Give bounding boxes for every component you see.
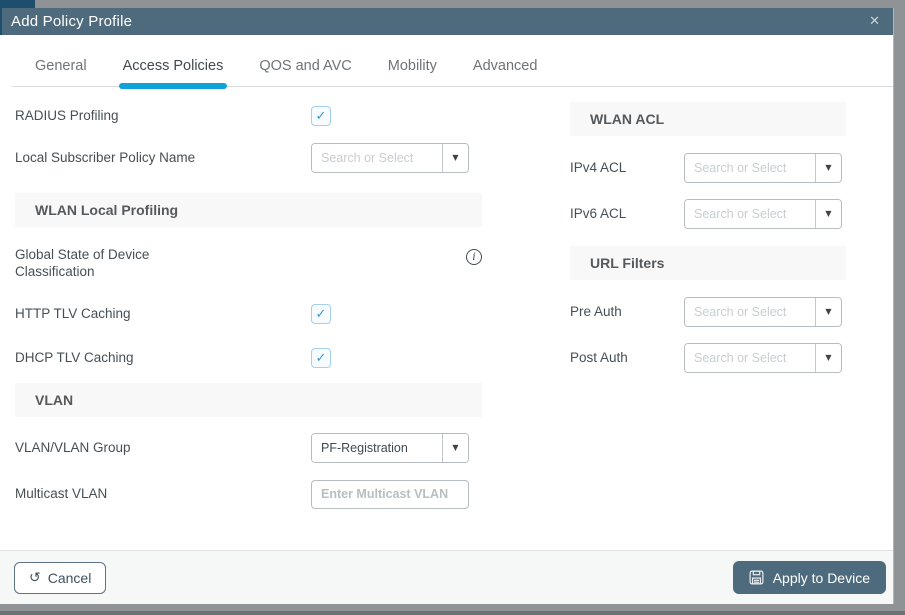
post-auth-input[interactable] bbox=[685, 344, 815, 372]
background-page-accent bbox=[0, 0, 35, 8]
right-column: WLAN ACL IPv4 ACL ▼ IPv6 ACL ▼ bbox=[570, 87, 846, 550]
apply-to-device-button[interactable]: Apply to Device bbox=[733, 561, 886, 594]
post-auth-combobox: ▼ bbox=[684, 343, 842, 373]
http-tlv-checkbox[interactable]: ✓ bbox=[311, 304, 331, 324]
chevron-down-icon: ▼ bbox=[825, 164, 831, 172]
chevron-down-icon: ▼ bbox=[825, 210, 831, 218]
radius-profiling-label: RADIUS Profiling bbox=[15, 108, 311, 125]
tab-general[interactable]: General bbox=[35, 49, 87, 86]
pre-auth-dropdown-button[interactable]: ▼ bbox=[815, 298, 841, 326]
dhcp-tlv-checkbox[interactable]: ✓ bbox=[311, 348, 331, 368]
dialog-footer: ↺ Cancel Apply to Device bbox=[0, 550, 893, 604]
multicast-vlan-input[interactable] bbox=[311, 480, 469, 509]
checkmark-icon: ✓ bbox=[316, 110, 327, 123]
tab-bar: General Access Policies QOS and AVC Mobi… bbox=[0, 35, 893, 87]
pre-auth-label: Pre Auth bbox=[570, 304, 684, 321]
dhcp-tlv-row: DHCP TLV Caching ✓ bbox=[15, 343, 482, 373]
close-icon[interactable]: ✕ bbox=[869, 15, 880, 28]
local-subscriber-row: Local Subscriber Policy Name ▼ bbox=[15, 143, 482, 173]
background-scrollbar-strip bbox=[893, 8, 894, 604]
ipv6-acl-dropdown-button[interactable]: ▼ bbox=[815, 200, 841, 228]
chevron-down-icon: ▼ bbox=[825, 308, 831, 316]
tab-access-policies[interactable]: Access Policies bbox=[123, 49, 224, 86]
chevron-down-icon: ▼ bbox=[825, 354, 831, 362]
global-state-label: Global State of Device Classification bbox=[15, 247, 190, 281]
local-subscriber-combobox: ▼ bbox=[311, 143, 469, 173]
multicast-vlan-row: Multicast VLAN bbox=[15, 479, 482, 509]
info-icon[interactable]: i bbox=[466, 249, 482, 265]
tab-content-access-policies: RADIUS Profiling ✓ Local Subscriber Poli… bbox=[0, 87, 893, 550]
local-subscriber-label: Local Subscriber Policy Name bbox=[15, 150, 311, 167]
wlan-acl-section-header: WLAN ACL bbox=[570, 102, 846, 136]
ipv4-acl-row: IPv4 ACL ▼ bbox=[570, 153, 846, 183]
pre-auth-row: Pre Auth ▼ bbox=[570, 297, 846, 327]
chevron-down-icon: ▼ bbox=[452, 154, 458, 162]
background-bottom-edge bbox=[0, 611, 905, 615]
dialog-titlebar: Add Policy Profile ✕ bbox=[0, 8, 893, 35]
save-icon bbox=[749, 570, 764, 585]
post-auth-dropdown-button[interactable]: ▼ bbox=[815, 344, 841, 372]
cancel-button-label: Cancel bbox=[48, 570, 92, 586]
dhcp-tlv-label: DHCP TLV Caching bbox=[15, 350, 311, 367]
checkmark-icon: ✓ bbox=[316, 308, 327, 321]
vlan-group-dropdown-button[interactable]: ▼ bbox=[442, 434, 468, 462]
vlan-group-label: VLAN/VLAN Group bbox=[15, 440, 311, 457]
ipv4-acl-label: IPv4 ACL bbox=[570, 160, 684, 177]
dialog-title: Add Policy Profile bbox=[11, 13, 132, 30]
vlan-group-combobox: ▼ bbox=[311, 433, 469, 463]
chevron-down-icon: ▼ bbox=[452, 444, 458, 452]
http-tlv-row: HTTP TLV Caching ✓ bbox=[15, 299, 482, 329]
ipv6-acl-label: IPv6 ACL bbox=[570, 206, 684, 223]
undo-icon: ↺ bbox=[29, 571, 41, 585]
wlan-local-profiling-header: WLAN Local Profiling bbox=[15, 193, 482, 227]
local-subscriber-input[interactable] bbox=[312, 144, 442, 172]
apply-button-label: Apply to Device bbox=[773, 570, 870, 586]
multicast-vlan-label: Multicast VLAN bbox=[15, 486, 311, 503]
background-page-accent-left bbox=[0, 8, 2, 35]
ipv4-acl-dropdown-button[interactable]: ▼ bbox=[815, 154, 841, 182]
url-filters-section-header: URL Filters bbox=[570, 246, 846, 280]
global-state-row: Global State of Device Classification i bbox=[15, 247, 482, 281]
ipv6-acl-input[interactable] bbox=[685, 200, 815, 228]
ipv6-acl-combobox: ▼ bbox=[684, 199, 842, 229]
pre-auth-combobox: ▼ bbox=[684, 297, 842, 327]
post-auth-label: Post Auth bbox=[570, 350, 684, 367]
vlan-group-row: VLAN/VLAN Group ▼ bbox=[15, 433, 482, 463]
checkmark-icon: ✓ bbox=[316, 352, 327, 365]
ipv4-acl-input[interactable] bbox=[685, 154, 815, 182]
left-column: RADIUS Profiling ✓ Local Subscriber Poli… bbox=[15, 87, 482, 550]
local-subscriber-dropdown-button[interactable]: ▼ bbox=[442, 144, 468, 172]
tab-mobility[interactable]: Mobility bbox=[388, 49, 437, 86]
pre-auth-input[interactable] bbox=[685, 298, 815, 326]
tab-qos-and-avc[interactable]: QOS and AVC bbox=[259, 49, 351, 86]
tab-advanced[interactable]: Advanced bbox=[473, 49, 538, 86]
vlan-section-header: VLAN bbox=[15, 383, 482, 417]
ipv6-acl-row: IPv6 ACL ▼ bbox=[570, 199, 846, 229]
add-policy-profile-dialog: Add Policy Profile ✕ General Access Poli… bbox=[0, 8, 893, 604]
ipv4-acl-combobox: ▼ bbox=[684, 153, 842, 183]
cancel-button[interactable]: ↺ Cancel bbox=[14, 562, 106, 594]
post-auth-row: Post Auth ▼ bbox=[570, 343, 846, 373]
radius-profiling-checkbox[interactable]: ✓ bbox=[311, 106, 331, 126]
http-tlv-label: HTTP TLV Caching bbox=[15, 306, 311, 323]
radius-profiling-row: RADIUS Profiling ✓ bbox=[15, 101, 482, 131]
vlan-group-input[interactable] bbox=[312, 434, 442, 462]
